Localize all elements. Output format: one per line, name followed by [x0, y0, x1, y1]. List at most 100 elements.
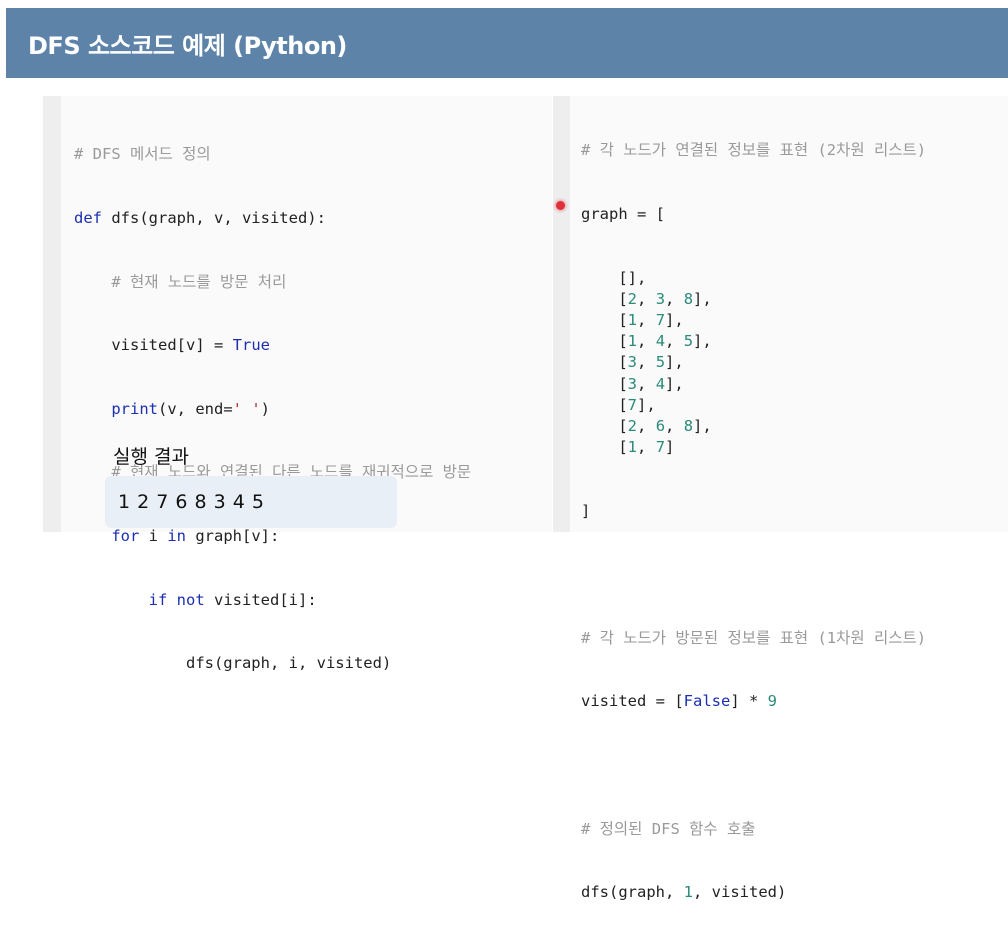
code-line: def dfs(graph, v, visited): — [74, 208, 471, 229]
code-text: dfs(graph, i, visited) — [185, 654, 392, 673]
code-line: # 현재 노드를 방문 처리 — [74, 272, 471, 293]
dfs-function-code: # DFS 메서드 정의 def dfs(graph, v, visited):… — [74, 102, 471, 717]
code-comment: # DFS 메서드 정의 — [74, 145, 211, 164]
code-text: [ — [581, 289, 628, 308]
graph-row: [7], — [581, 395, 926, 416]
code-separator: , — [665, 332, 684, 351]
code-comment: # 각 노드가 연결된 정보를 표현 (2차원 리스트) — [581, 141, 927, 160]
code-text: ], — [693, 332, 712, 351]
code-text: [ — [581, 310, 628, 329]
code-separator: , — [665, 416, 684, 435]
code-text: [ — [581, 416, 628, 435]
graph-setup-code: # 각 노드가 연결된 정보를 표현 (2차원 리스트) graph = [ [… — [581, 98, 926, 946]
graph-row: [1, 7] — [581, 437, 926, 458]
code-number: 3 — [627, 374, 638, 393]
code-text: graph = [ — [581, 205, 665, 223]
code-line: # DFS 메서드 정의 — [74, 144, 471, 165]
code-comment: # 정의된 DFS 함수 호출 — [581, 819, 756, 838]
code-text: i — [139, 526, 168, 545]
code-line: dfs(graph, 1, visited) — [581, 882, 926, 903]
graph-row: [2, 6, 8], — [581, 416, 926, 437]
code-number: 2 — [627, 416, 638, 435]
graph-rows: [], [2, 3, 8], [1, 7], [1, 4, 5], [3, 5]… — [581, 268, 926, 459]
code-text: ] — [665, 438, 675, 457]
result-box: 1 2 7 6 8 3 4 5 — [105, 476, 397, 528]
code-text: dfs(graph, v, visited): — [102, 209, 326, 227]
code-line: for i in graph[v]: — [74, 526, 471, 547]
code-line: ] — [581, 501, 926, 522]
code-comment: # 각 노드가 방문된 정보를 표현 (1차원 리스트) — [581, 628, 927, 647]
code-separator: , — [637, 310, 656, 329]
right-code-panel: # 각 노드가 연결된 정보를 표현 (2차원 리스트) graph = [ [… — [553, 96, 1008, 901]
graph-row: [3, 4], — [581, 374, 926, 395]
code-text: ) — [260, 399, 270, 418]
code-line: if not visited[i]: — [74, 590, 471, 611]
code-number: 4 — [655, 332, 666, 351]
code-number: 8 — [683, 416, 694, 435]
graph-row: [1, 4, 5], — [581, 331, 926, 352]
code-text: [ — [581, 332, 628, 351]
code-number: 1 — [627, 310, 638, 329]
code-line: print(v, end=' ') — [74, 399, 471, 420]
code-separator: , — [637, 332, 656, 351]
code-number: 3 — [655, 289, 666, 308]
code-text: ] * — [730, 692, 768, 711]
code-number: 7 — [627, 395, 638, 414]
code-number: 8 — [683, 289, 694, 308]
code-number: 4 — [655, 374, 666, 393]
graph-row: [1, 7], — [581, 310, 926, 331]
code-line: # 정의된 DFS 함수 호출 — [581, 819, 926, 840]
code-text: graph[v]: — [186, 526, 280, 545]
code-number: 5 — [683, 332, 694, 351]
top-strip — [0, 0, 1008, 8]
code-separator: , — [637, 438, 656, 457]
code-text: ] — [581, 501, 591, 520]
code-line: visited[v] = True — [74, 335, 471, 356]
code-number: 1 — [627, 438, 638, 457]
code-text: ], — [665, 353, 684, 372]
code-text: dfs(graph, — [581, 883, 684, 902]
code-number: 3 — [627, 353, 638, 372]
code-text: visited = [ — [581, 692, 684, 711]
code-number: 1 — [627, 332, 638, 351]
code-keyword: False — [683, 692, 731, 711]
code-keyword: if — [148, 590, 168, 609]
code-keyword: not — [176, 590, 205, 609]
code-separator: , — [665, 289, 684, 308]
code-text: ], — [627, 268, 647, 287]
slide-header: DFS 소스코드 예제 (Python) — [6, 8, 1008, 78]
code-text: [ — [581, 395, 628, 414]
code-separator: , — [637, 353, 656, 372]
code-text: [ — [581, 353, 628, 372]
code-number: 2 — [627, 289, 638, 308]
code-text: [ — [581, 268, 628, 287]
code-text: ], — [637, 395, 656, 414]
code-text: ], — [693, 416, 712, 435]
code-text: ], — [693, 289, 712, 308]
code-number: 6 — [655, 416, 666, 435]
code-separator: , — [637, 289, 656, 308]
code-separator: , — [637, 416, 656, 435]
slide-title: DFS 소스코드 예제 (Python) — [28, 32, 347, 60]
code-number: 7 — [655, 310, 666, 329]
graph-row: [], — [581, 268, 926, 289]
pointer-cursor-dot — [556, 201, 565, 210]
code-number: 1 — [683, 883, 693, 902]
code-text: (v, end= — [158, 399, 233, 418]
code-separator: , — [637, 374, 656, 393]
code-string: ' ' — [232, 399, 261, 418]
code-keyword: in — [167, 526, 186, 545]
code-number: 7 — [655, 438, 666, 457]
code-comment: # 현재 노드를 방문 처리 — [111, 272, 287, 291]
code-keyword: True — [232, 336, 270, 355]
code-line: graph = [ — [581, 204, 926, 225]
graph-row: [2, 3, 8], — [581, 289, 926, 310]
code-text: , visited) — [693, 883, 787, 902]
code-line: visited = [False] * 9 — [581, 691, 926, 712]
code-text: ], — [665, 310, 684, 329]
